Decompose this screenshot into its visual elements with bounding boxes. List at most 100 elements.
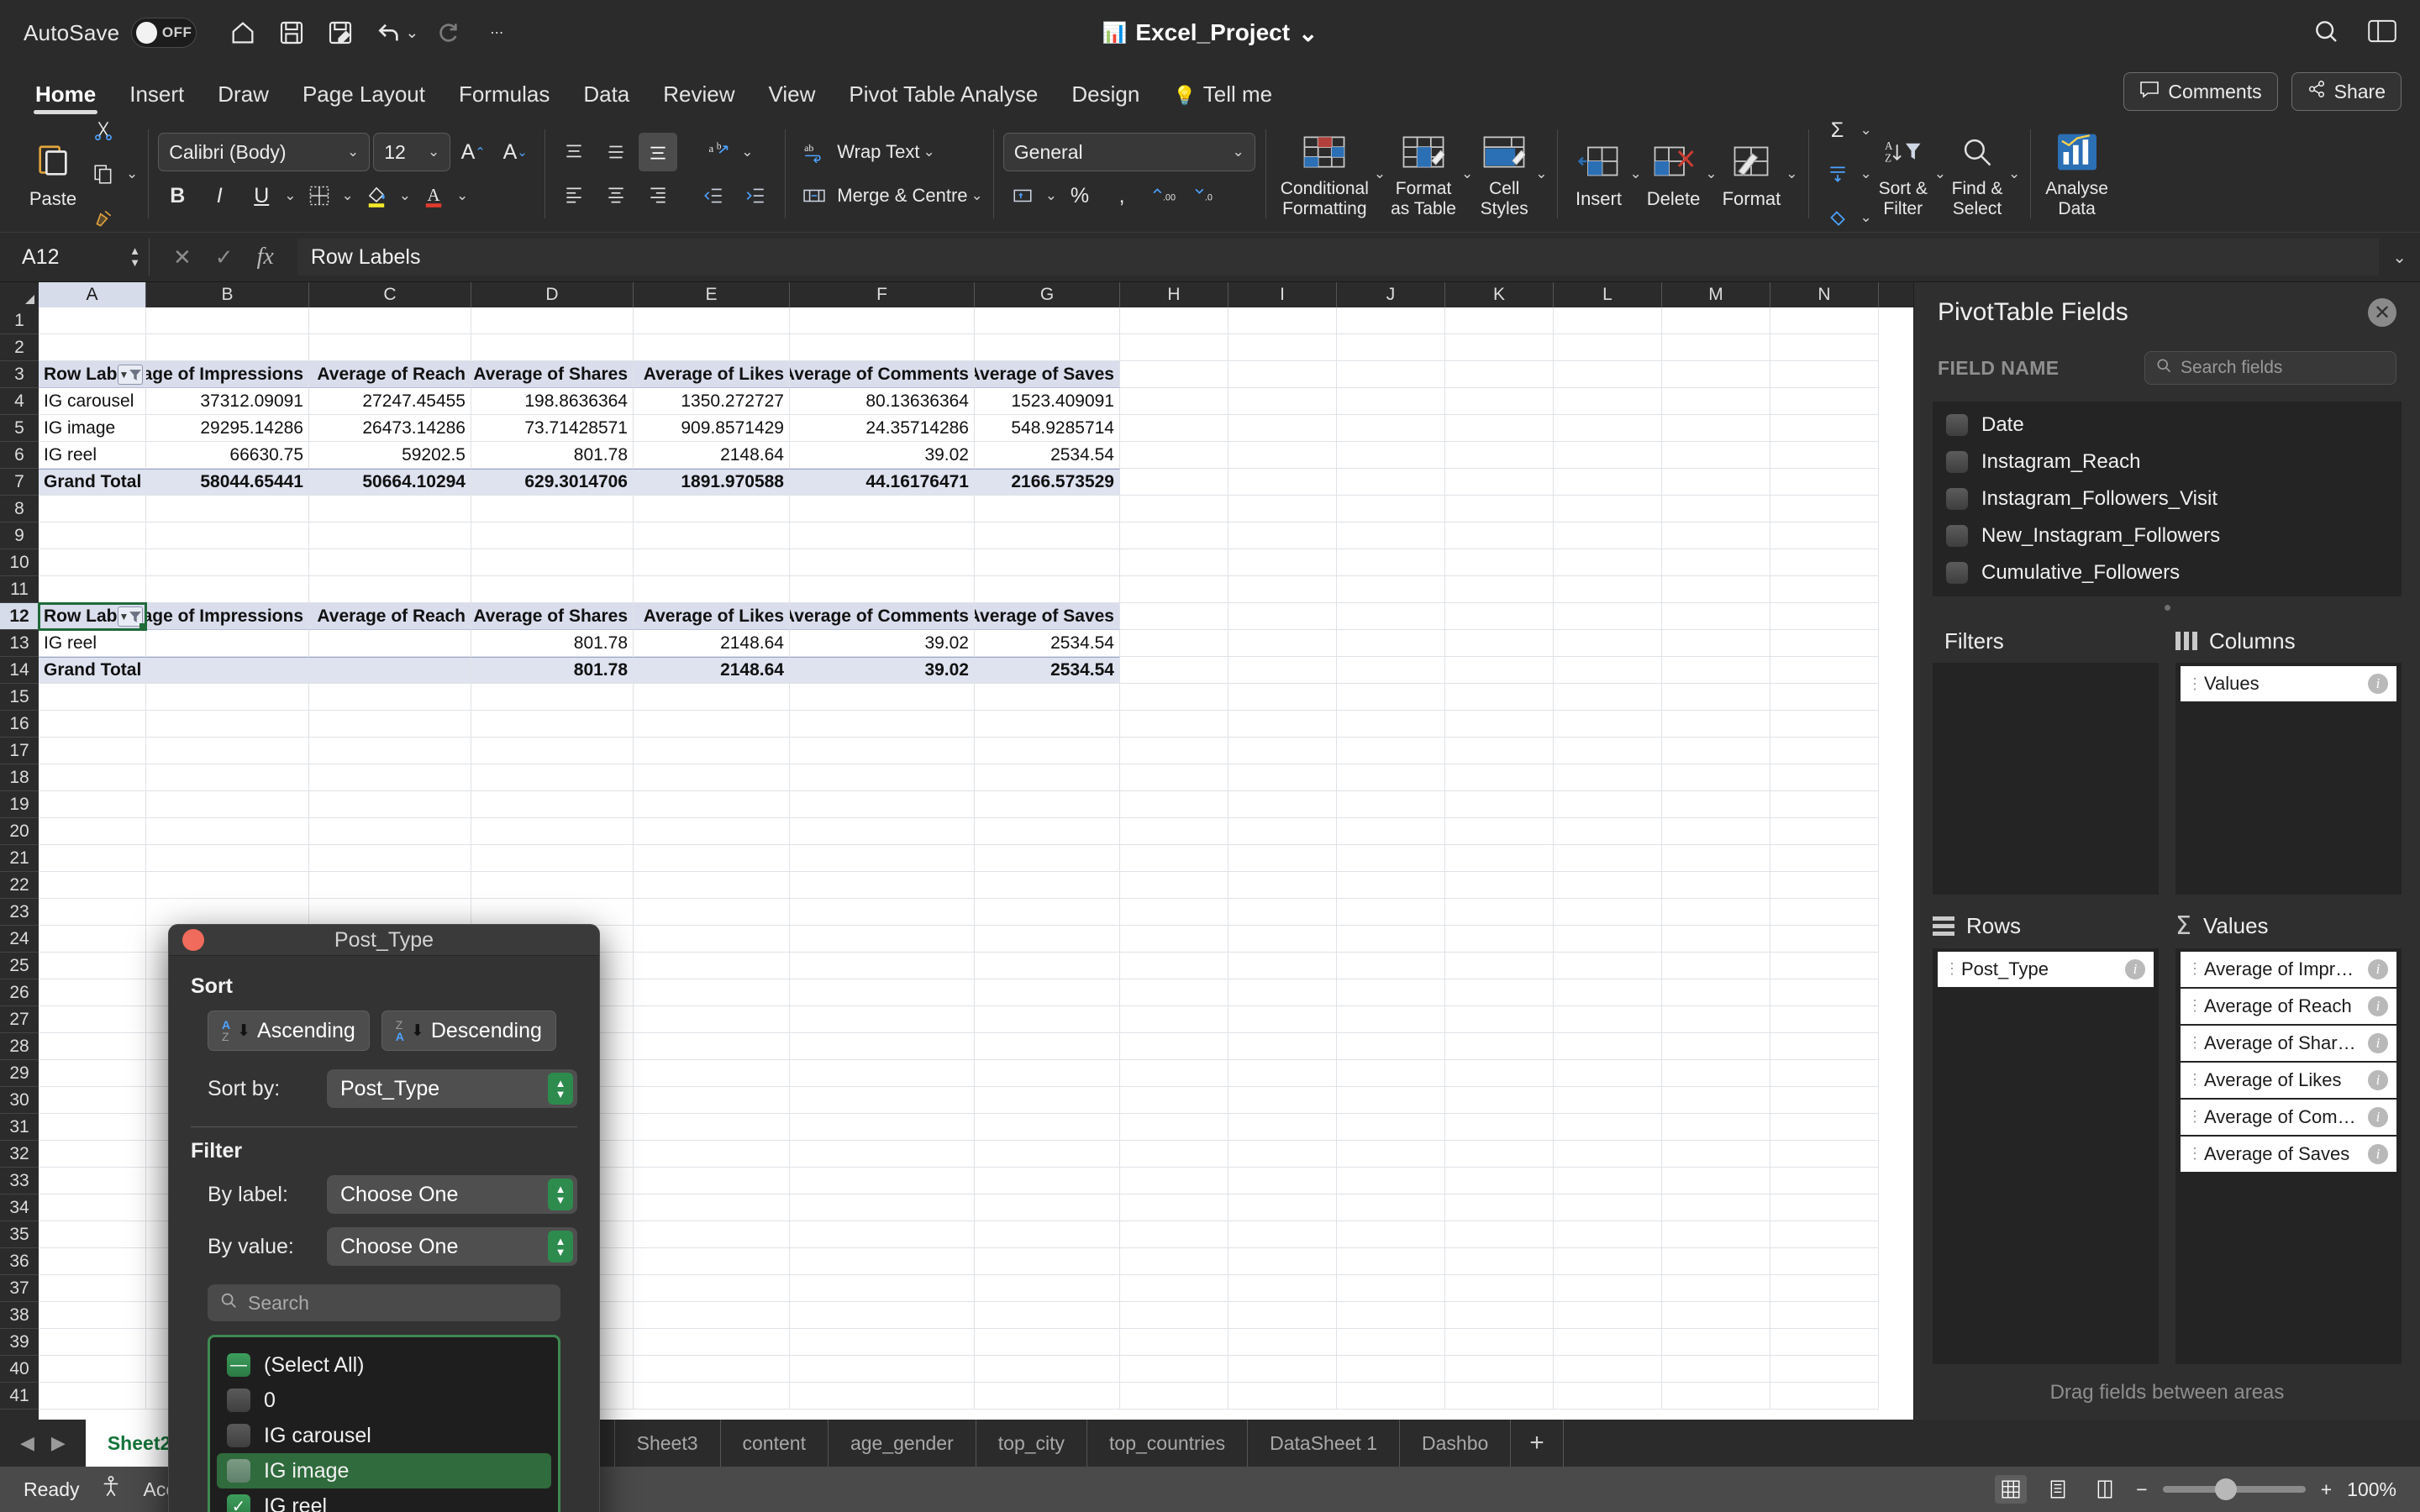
cell-F22[interactable] xyxy=(790,872,975,899)
cell-L23[interactable] xyxy=(1554,899,1662,926)
cell-G33[interactable] xyxy=(975,1168,1120,1194)
pivot-field-item[interactable]: Instagram_Followers_Visit xyxy=(1933,480,2402,517)
cell-D17[interactable] xyxy=(471,738,634,764)
cell-H22[interactable] xyxy=(1120,872,1228,899)
column-header-n[interactable]: N xyxy=(1770,282,1879,307)
cell-G9[interactable] xyxy=(975,522,1120,549)
cell-F5[interactable]: 24.35714286 xyxy=(790,415,975,442)
cell-I40[interactable] xyxy=(1228,1356,1337,1383)
cell-F15[interactable] xyxy=(790,684,975,711)
cell-L30[interactable] xyxy=(1554,1087,1662,1114)
cell-J18[interactable] xyxy=(1337,764,1445,791)
cell-B9[interactable] xyxy=(146,522,309,549)
undo-chevron-down-icon[interactable]: ⌄ xyxy=(405,24,418,43)
drag-handle-icon[interactable]: ⋮ xyxy=(2187,1145,2202,1163)
cell-M26[interactable] xyxy=(1662,979,1770,1006)
cell-N35[interactable] xyxy=(1770,1221,1879,1248)
cell-N6[interactable] xyxy=(1770,442,1879,469)
row-header-2[interactable]: 2 xyxy=(0,334,39,361)
cell-J15[interactable] xyxy=(1337,684,1445,711)
cell-C21[interactable] xyxy=(309,845,471,872)
font-color-icon[interactable]: A xyxy=(414,176,453,215)
column-header-i[interactable]: I xyxy=(1228,282,1337,307)
cell-H5[interactable] xyxy=(1120,415,1228,442)
cell-N21[interactable] xyxy=(1770,845,1879,872)
cell-F30[interactable] xyxy=(790,1087,975,1114)
cell-K13[interactable] xyxy=(1445,630,1554,657)
conditional-formatting-button[interactable]: Conditional Formatting xyxy=(1276,121,1374,227)
column-header-c[interactable]: C xyxy=(309,282,471,307)
cell-J24[interactable] xyxy=(1337,926,1445,953)
cell-E21[interactable] xyxy=(634,845,790,872)
cell-B19[interactable] xyxy=(146,791,309,818)
cell-C12[interactable]: Average of Reach xyxy=(309,603,471,630)
cell-H34[interactable] xyxy=(1120,1194,1228,1221)
cell-E12[interactable]: Average of Likes xyxy=(634,603,790,630)
pivot-field-list[interactable]: Date Instagram_Reach Instagram_Followers_V… xyxy=(1933,402,2402,596)
cell-E23[interactable] xyxy=(634,899,790,926)
cell-K35[interactable] xyxy=(1445,1221,1554,1248)
insert-cells-button[interactable]: Insert xyxy=(1567,121,1629,227)
cell-H3[interactable] xyxy=(1120,361,1228,388)
cell-styles-chevron-down-icon[interactable]: ⌄ xyxy=(1535,165,1547,182)
cell-F8[interactable] xyxy=(790,496,975,522)
row-header-36[interactable]: 36 xyxy=(0,1248,39,1275)
cell-M38[interactable] xyxy=(1662,1302,1770,1329)
cell-L22[interactable] xyxy=(1554,872,1662,899)
row-header-41[interactable]: 41 xyxy=(0,1383,39,1410)
column-header-e[interactable]: E xyxy=(634,282,790,307)
cell-D10[interactable] xyxy=(471,549,634,576)
cell-K15[interactable] xyxy=(1445,684,1554,711)
row-header-26[interactable]: 26 xyxy=(0,979,39,1006)
pivot-field-chip[interactable]: ⋮ Average of Likes i xyxy=(2181,1062,2396,1098)
previous-sheet-icon[interactable]: ◀ xyxy=(20,1432,34,1454)
cell-B17[interactable] xyxy=(146,738,309,764)
decrease-indent-icon[interactable] xyxy=(694,176,733,215)
row-header-12[interactable]: 12 xyxy=(0,603,39,630)
cell-L41[interactable] xyxy=(1554,1383,1662,1410)
cell-D4[interactable]: 198.8636364 xyxy=(471,388,634,415)
cell-F14[interactable]: 39.02 xyxy=(790,657,975,684)
cell-H7[interactable] xyxy=(1120,469,1228,496)
cell-F38[interactable] xyxy=(790,1302,975,1329)
cell-A15[interactable] xyxy=(39,684,146,711)
cell-L8[interactable] xyxy=(1554,496,1662,522)
cell-E39[interactable] xyxy=(634,1329,790,1356)
cell-F34[interactable] xyxy=(790,1194,975,1221)
fx-icon[interactable]: fx xyxy=(257,244,274,270)
cell-A21[interactable] xyxy=(39,845,146,872)
cell-L10[interactable] xyxy=(1554,549,1662,576)
cell-N19[interactable] xyxy=(1770,791,1879,818)
copy-icon[interactable] xyxy=(84,155,123,193)
cell-K5[interactable] xyxy=(1445,415,1554,442)
cell-A33[interactable] xyxy=(39,1168,146,1194)
cell-E37[interactable] xyxy=(634,1275,790,1302)
pivot-filter-popover[interactable]: Post_Type Sort AZ ⬇ Ascending ZA ⬇ Desce… xyxy=(168,924,600,1512)
cell-B8[interactable] xyxy=(146,496,309,522)
cell-H23[interactable] xyxy=(1120,899,1228,926)
column-header-j[interactable]: J xyxy=(1337,282,1445,307)
cell-E35[interactable] xyxy=(634,1221,790,1248)
cell-L17[interactable] xyxy=(1554,738,1662,764)
pivot-area-rows[interactable]: Rows ⋮ Post_Type i xyxy=(1933,900,2167,1370)
cell-K37[interactable] xyxy=(1445,1275,1554,1302)
cell-H2[interactable] xyxy=(1120,334,1228,361)
cell-K34[interactable] xyxy=(1445,1194,1554,1221)
cell-I21[interactable] xyxy=(1228,845,1337,872)
info-icon[interactable]: i xyxy=(2368,1143,2388,1164)
cell-H32[interactable] xyxy=(1120,1141,1228,1168)
cell-J14[interactable] xyxy=(1337,657,1445,684)
cell-M34[interactable] xyxy=(1662,1194,1770,1221)
cell-A3[interactable]: Row Labels ▼ xyxy=(39,361,146,388)
cell-H39[interactable] xyxy=(1120,1329,1228,1356)
cell-N10[interactable] xyxy=(1770,549,1879,576)
checkbox-icon[interactable] xyxy=(1946,414,1968,436)
home-icon[interactable] xyxy=(218,11,267,55)
cell-J27[interactable] xyxy=(1337,1006,1445,1033)
cell-N8[interactable] xyxy=(1770,496,1879,522)
comments-button[interactable]: Comments xyxy=(2123,72,2278,111)
cell-I29[interactable] xyxy=(1228,1060,1337,1087)
cell-E6[interactable]: 2148.64 xyxy=(634,442,790,469)
decrease-decimal-icon[interactable]: .0 xyxy=(1186,176,1225,215)
cell-L27[interactable] xyxy=(1554,1006,1662,1033)
